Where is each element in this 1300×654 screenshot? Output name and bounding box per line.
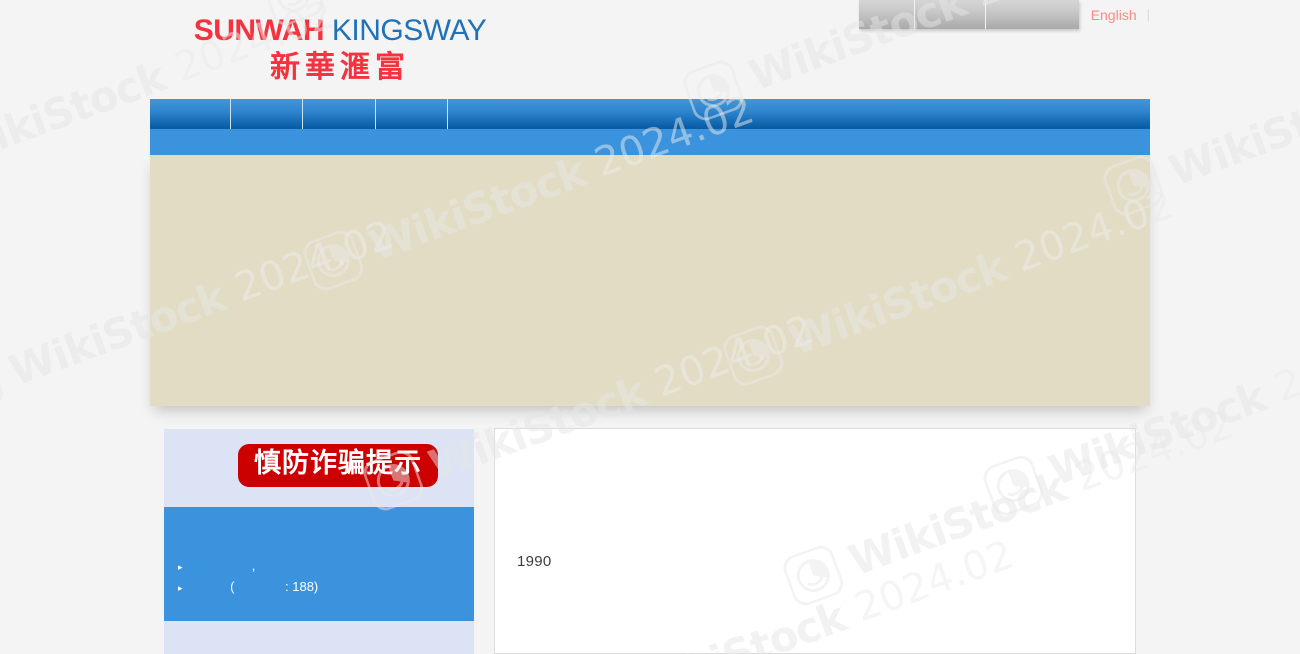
utility-button-3[interactable] (985, 0, 1079, 29)
site-logo[interactable]: SUNWAH KINGSWAY 新華滙富 (180, 16, 500, 83)
list-item-label: ( : 188) (194, 579, 319, 594)
language-switcher: English | (1091, 0, 1150, 29)
list-item[interactable]: ▸ ( : 188) (178, 576, 468, 597)
header-utility-strip: English | (858, 0, 1150, 30)
fraud-warning-badge-container: 慎防诈骗提示 (164, 429, 474, 502)
primary-navigation (150, 99, 1150, 129)
main-content-panel: 1990 (494, 428, 1136, 654)
nav-item-5[interactable] (448, 99, 1150, 129)
logo-kingsway-text: KINGSWAY (331, 14, 487, 47)
sidebar-notice-list: ▸ , ▸ ( : 188) (178, 555, 468, 597)
language-separator: | (1146, 7, 1150, 22)
nav-item-3[interactable] (303, 99, 376, 129)
sidebar-footer-area (164, 621, 474, 654)
page-root: SUNWAH KINGSWAY 新華滙富 English | 慎防诈骗提示 ▸ … (0, 0, 1300, 654)
nav-item-2[interactable] (231, 99, 303, 129)
utility-button-1[interactable] (858, 0, 915, 29)
fraud-warning-badge[interactable]: 慎防诈骗提示 (238, 443, 438, 488)
utility-button-2[interactable] (914, 0, 986, 29)
nav-item-1[interactable] (150, 99, 231, 129)
logo-english: SUNWAH KINGSWAY (180, 16, 500, 46)
site-header: SUNWAH KINGSWAY 新華滙富 English | (150, 0, 1150, 98)
bullet-arrow-icon: ▸ (178, 562, 183, 572)
sidebar-notice-panel: ▸ , ▸ ( : 188) (164, 507, 474, 621)
secondary-navigation-bar (150, 129, 1150, 155)
utility-button-group (858, 0, 1079, 29)
language-link-english[interactable]: English (1091, 8, 1137, 22)
list-item-label: , (194, 558, 256, 573)
logo-chinese-text: 新華滙富 (270, 50, 410, 85)
sidebar: 慎防诈骗提示 ▸ , ▸ ( : 188) (164, 429, 474, 654)
bullet-arrow-icon: ▸ (178, 583, 183, 593)
hero-banner[interactable] (150, 155, 1150, 406)
logo-sunwah-text: SUNWAH (193, 14, 325, 47)
company-founded-year: 1990 (517, 553, 552, 570)
list-item[interactable]: ▸ , (178, 555, 468, 576)
nav-item-4[interactable] (376, 99, 448, 129)
